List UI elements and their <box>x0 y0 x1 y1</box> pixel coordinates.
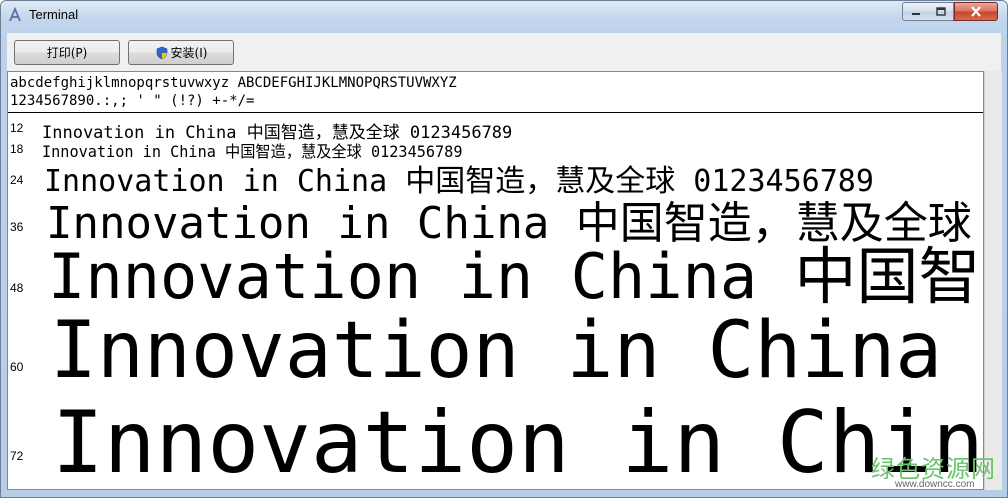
sample-row: 60 Innovation in China 中国智造，慧及全球 0123456… <box>8 298 983 396</box>
minimize-icon <box>911 12 920 15</box>
install-button-label: 安装(I) <box>170 46 208 60</box>
font-preview-pane[interactable]: abcdefghijklmnopqrstuvwxyz ABCDEFGHIJKLM… <box>7 71 984 490</box>
print-button[interactable]: 打印(P) <box>14 40 120 65</box>
size-label: 48 <box>10 281 24 295</box>
separator-line <box>8 112 983 113</box>
close-icon <box>971 6 981 17</box>
title-bar[interactable]: Terminal <box>1 1 1007 31</box>
size-label: 72 <box>10 449 24 463</box>
font-viewer-window: Terminal 打印(P) 安装(I) abcdefghijklmnopqrs… <box>0 0 1008 498</box>
charset-digits: 1234567890.:,; ' " (!?) +-*/= <box>10 93 255 109</box>
uac-shield-icon <box>156 46 167 59</box>
close-button[interactable] <box>954 2 998 21</box>
watermark-url: www.downcc.com <box>895 479 975 490</box>
window-title: Terminal <box>29 7 79 22</box>
font-icon <box>9 7 21 22</box>
sample-row: 12 Innovation in China 中国智造，慧及全球 0123456… <box>8 118 983 143</box>
watermark: 绿色资源网 www.downcc.com <box>871 449 996 490</box>
maximize-button[interactable] <box>928 2 954 21</box>
minimize-button[interactable] <box>902 2 929 21</box>
size-label: 18 <box>10 142 24 156</box>
sample-text: Innovation in China 中国智造，慧及全球 0123456789 <box>52 393 984 490</box>
size-label: 60 <box>10 360 24 374</box>
toolbar: 打印(P) 安装(I) <box>7 33 1001 71</box>
print-button-label: 打印(P) <box>46 46 88 60</box>
sample-row: 24 Innovation in China 中国智造，慧及全球 0123456… <box>8 156 983 199</box>
charset-letters: abcdefghijklmnopqrstuvwxyz ABCDEFGHIJKLM… <box>10 75 457 91</box>
install-button[interactable]: 安装(I) <box>128 40 234 65</box>
sample-row: 72 Innovation in China 中国智造，慧及全球 0123456… <box>8 374 983 489</box>
vertical-scrollbar[interactable] <box>984 71 1002 490</box>
size-label: 12 <box>10 121 24 135</box>
sample-row: 18 Innovation in China 中国智造，慧及全球 0123456… <box>8 138 983 161</box>
maximize-icon <box>935 7 946 16</box>
size-label: 24 <box>10 173 24 187</box>
size-label: 36 <box>10 220 24 234</box>
